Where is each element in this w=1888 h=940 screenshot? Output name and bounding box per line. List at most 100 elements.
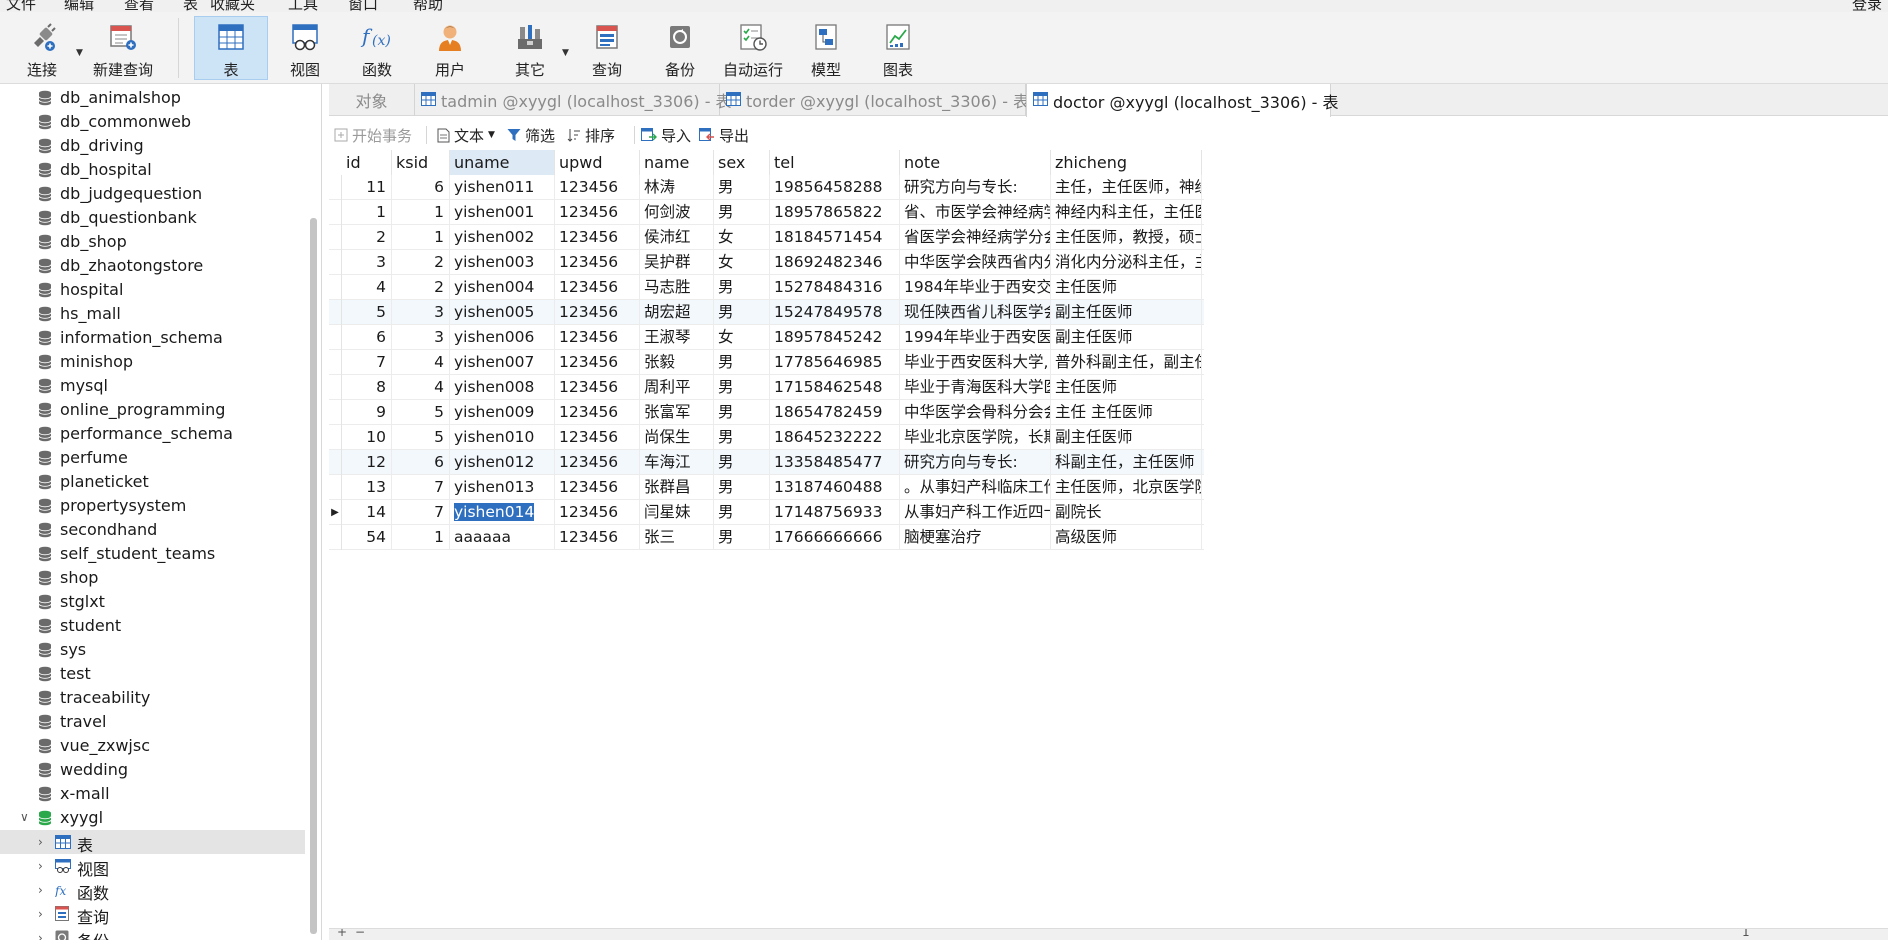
cell-uname[interactable]: yishen002 [450, 225, 555, 250]
cell-name[interactable]: 车海江 [640, 450, 714, 475]
cell-tel[interactable]: 17666666666 [770, 525, 900, 550]
menu-help[interactable]: 帮助 [413, 0, 443, 12]
auto-run-button[interactable]: 自动运行 [718, 16, 788, 80]
cell-tel[interactable]: 17158462548 [770, 375, 900, 400]
cell-note[interactable]: 省、市医学会神经病学 [900, 200, 1051, 225]
cell-id[interactable]: 4 [342, 275, 392, 300]
cell-zhicheng[interactable]: 主任医师，北京医学院 [1051, 475, 1202, 500]
cell-ksid[interactable]: 4 [392, 350, 450, 375]
tree-item-database[interactable]: information_schema [0, 326, 305, 350]
table-row[interactable]: 3 2 yishen003 123456 吴护群 女 18692482346 中华医学会陕西… [329, 250, 1204, 275]
column-header-zhicheng[interactable]: zhicheng [1051, 150, 1202, 175]
cell-id[interactable]: 10 [342, 425, 392, 450]
menu-view[interactable]: 查看 [124, 0, 154, 12]
other-button[interactable]: 其它 [504, 16, 556, 80]
cell-name[interactable]: 张毅 [640, 350, 714, 375]
table-row[interactable]: 2 1 yishen002 123456 侯沛红 女 18184571454 省医学会神经病学… [329, 225, 1204, 250]
cell-zhicheng[interactable]: 主任医师 [1051, 375, 1202, 400]
filter-button[interactable]: 筛选 [507, 124, 555, 146]
chevron-right-icon[interactable]: › [38, 859, 43, 873]
cell-sex[interactable]: 男 [714, 275, 770, 300]
cell-upwd[interactable]: 123456 [555, 275, 640, 300]
row-marker[interactable] [329, 275, 342, 300]
cell-zhicheng[interactable]: 副主任医师 [1051, 325, 1202, 350]
cell-tel[interactable]: 17785646985 [770, 350, 900, 375]
cell-upwd[interactable]: 123456 [555, 425, 640, 450]
cell-upwd[interactable]: 123456 [555, 525, 640, 550]
column-header-id[interactable]: id [342, 150, 392, 175]
tab-tadmin[interactable]: tadmin @xyygl (localhost_3306) - 表 [415, 84, 732, 116]
cell-zhicheng[interactable]: 高级医师 [1051, 525, 1202, 550]
cell-uname[interactable]: yishen014 [450, 500, 555, 525]
row-marker[interactable] [329, 475, 342, 500]
cell-note[interactable]: 中华医学会骨科分会会 [900, 400, 1051, 425]
chevron-right-icon[interactable]: › [38, 883, 43, 897]
table-row[interactable]: 1 1 yishen001 123456 何剑波 男 18957865822 省、市医学会神… [329, 200, 1204, 225]
cell-name[interactable]: 胡宏超 [640, 300, 714, 325]
row-marker[interactable] [329, 225, 342, 250]
menu-edit[interactable]: 编辑 [64, 0, 94, 12]
tree-item-database[interactable]: x-mall [0, 782, 305, 806]
tree-item-database[interactable]: stglxt [0, 590, 305, 614]
tree-item-database[interactable]: db_questionbank [0, 206, 305, 230]
table-row[interactable]: 11 6 yishen011 123456 林涛 男 19856458288 研究方向与专长… [329, 175, 1204, 200]
delete-record-icon[interactable]: − [355, 929, 365, 939]
function-button[interactable]: f (x) 函数 [350, 16, 404, 80]
chevron-right-icon[interactable]: › [38, 835, 43, 849]
cell-uname[interactable]: yishen006 [450, 325, 555, 350]
cell-id[interactable]: 14 [342, 500, 392, 525]
cell-upwd[interactable]: 123456 [555, 300, 640, 325]
menu-window[interactable]: 窗口 [348, 0, 378, 12]
cell-uname[interactable]: yishen013 [450, 475, 555, 500]
cell-sex[interactable]: 男 [714, 200, 770, 225]
cell-name[interactable]: 王淑琴 [640, 325, 714, 350]
cell-ksid[interactable]: 5 [392, 400, 450, 425]
cell-name[interactable]: 何剑波 [640, 200, 714, 225]
tree-item-table[interactable]: › 表 [0, 830, 305, 855]
cell-note[interactable]: 脑梗塞治疗 [900, 525, 1051, 550]
cell-uname[interactable]: yishen009 [450, 400, 555, 425]
cell-note[interactable]: 。从事妇产科临床工作 [900, 475, 1051, 500]
tree-item-database[interactable]: shop [0, 566, 305, 590]
cell-uname[interactable]: yishen001 [450, 200, 555, 225]
cell-sex[interactable]: 男 [714, 425, 770, 450]
column-header-note[interactable]: note [900, 150, 1051, 175]
cell-uname[interactable]: yishen007 [450, 350, 555, 375]
tree-item-database[interactable]: travel [0, 710, 305, 734]
tree-item-database[interactable]: minishop [0, 350, 305, 374]
cell-name[interactable]: 张群昌 [640, 475, 714, 500]
cell-id[interactable]: 2 [342, 225, 392, 250]
tree-item-view[interactable]: › 视图 [0, 854, 305, 879]
row-marker[interactable] [329, 400, 342, 425]
tree-item-database[interactable]: secondhand [0, 518, 305, 542]
cell-tel[interactable]: 18957845242 [770, 325, 900, 350]
cell-id[interactable]: 13 [342, 475, 392, 500]
tree-item-backup[interactable]: ›备份 [0, 926, 305, 940]
cell-ksid[interactable]: 3 [392, 325, 450, 350]
tree-item-database[interactable]: self_student_teams [0, 542, 305, 566]
cell-zhicheng[interactable]: 副院长 [1051, 500, 1202, 525]
cell-ksid[interactable]: 1 [392, 225, 450, 250]
cell-zhicheng[interactable]: 科副主任，主任医师 [1051, 450, 1202, 475]
tree-item-database[interactable]: mysql [0, 374, 305, 398]
cell-note[interactable]: 毕业于西安医科大学, [900, 350, 1051, 375]
cell-ksid[interactable]: 1 [392, 525, 450, 550]
table-row[interactable]: 4 2 yishen004 123456 马志胜 男 15278484316 1984年毕业于… [329, 275, 1204, 300]
cell-upwd[interactable]: 123456 [555, 500, 640, 525]
row-marker[interactable] [329, 425, 342, 450]
tree-item-database[interactable]: perfume [0, 446, 305, 470]
tree-item-database[interactable]: hospital [0, 278, 305, 302]
tree-item-database[interactable]: db_judgequestion [0, 182, 305, 206]
cell-note[interactable]: 研究方向与专长: [900, 175, 1051, 200]
tree-item-database[interactable]: online_programming [0, 398, 305, 422]
tree-item-database[interactable]: vue_zxwjsc [0, 734, 305, 758]
cell-tel[interactable]: 13187460488 [770, 475, 900, 500]
cell-sex[interactable]: 男 [714, 475, 770, 500]
cell-uname[interactable]: yishen008 [450, 375, 555, 400]
cell-id[interactable]: 9 [342, 400, 392, 425]
tree-item-database[interactable]: student [0, 614, 305, 638]
tree-item-database[interactable]: db_commonweb [0, 110, 305, 134]
cell-tel[interactable]: 18645232222 [770, 425, 900, 450]
connect-dropdown-icon[interactable]: ▼ [76, 48, 83, 58]
cell-sex[interactable]: 男 [714, 350, 770, 375]
